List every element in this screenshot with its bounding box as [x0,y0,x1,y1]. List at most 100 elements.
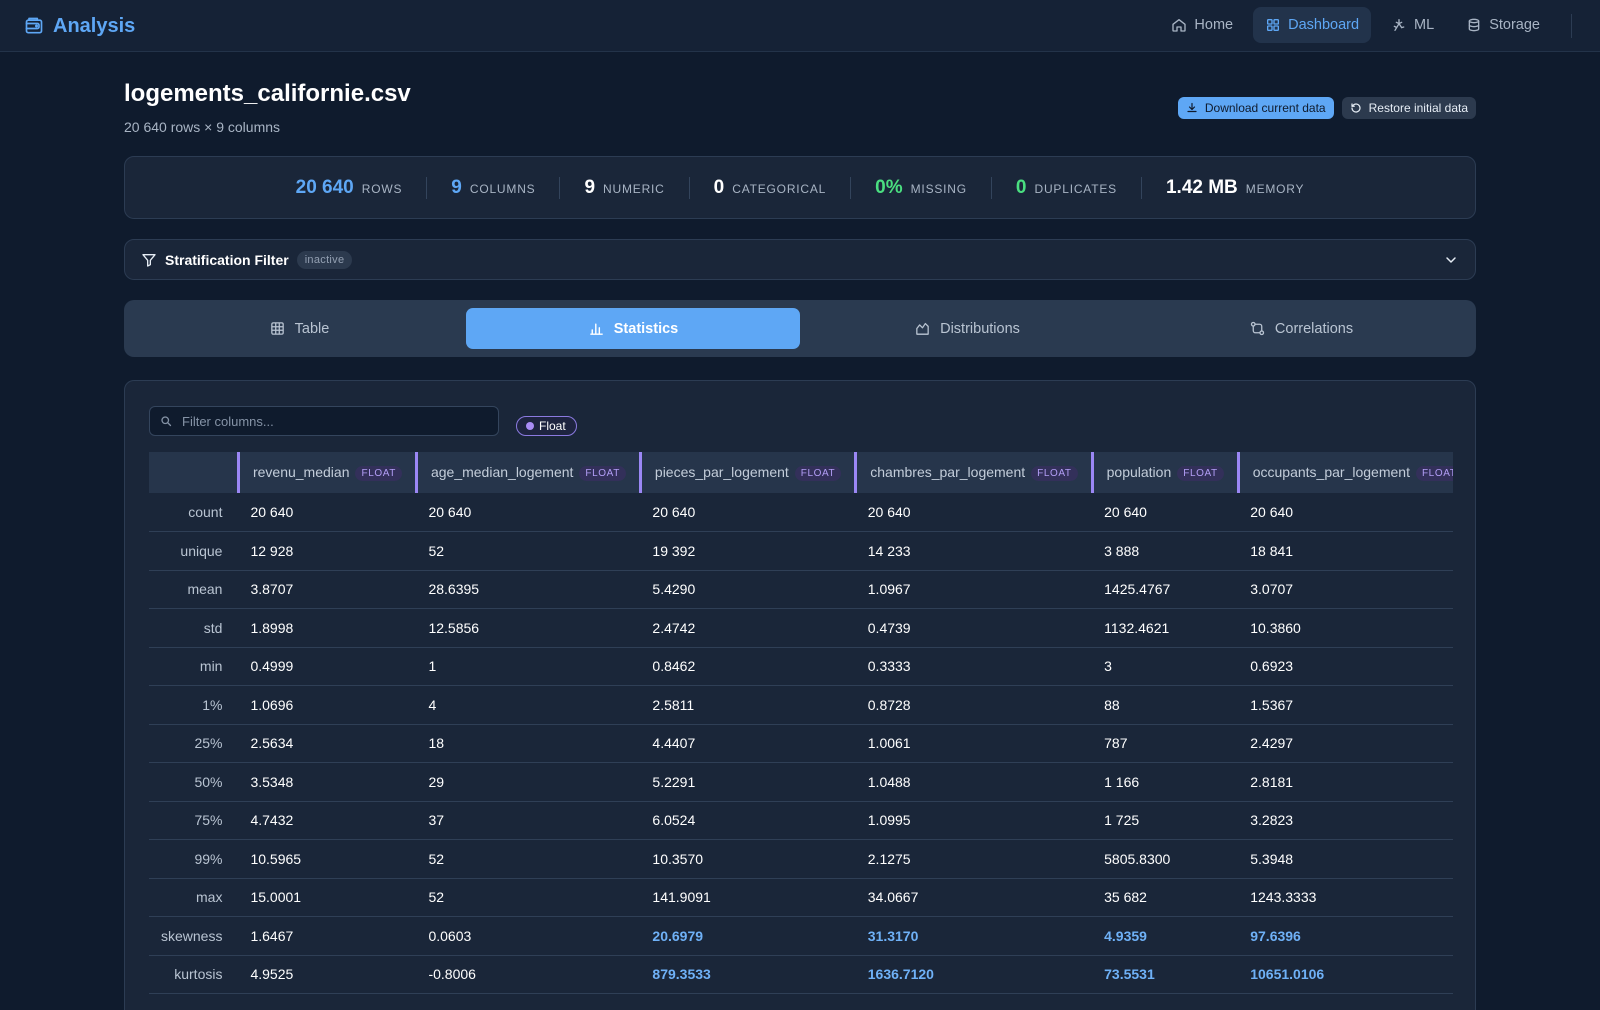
header-actions: Download current data Restore initial da… [1177,97,1476,119]
table-cell: 0.6923 [1238,647,1453,686]
table-cell: 20 640 [1238,493,1453,532]
table-row: mean 3.8707 28.6395 5.4290 1.0967 1425.4767 3.… [149,570,1453,609]
table-cell: 1 725 [1092,801,1239,840]
table-cell: 20 640 [1092,493,1239,532]
table-cell: 12.5856 [416,608,641,648]
distribution-icon [916,322,929,335]
column-header[interactable]: revenu_median FLOAT [236,452,417,493]
tab-table-label: Table [294,320,330,337]
table-row: skewness 1.6467 0.0603 20.6979 31.3170 4.9359… [149,916,1453,956]
funnel-icon [142,253,156,267]
table-cell: 1132.4621 [1092,608,1239,648]
nav-dashboard[interactable]: Dashboard [1253,7,1372,43]
table-row: count 20 640 20 640 20 640 20 640 20 640 20 64… [149,493,1453,532]
table-cell: 4 [416,685,641,725]
table-cell: 6.0524 [640,801,856,840]
column-header[interactable]: occupants_par_logement FLOAT [1236,452,1453,493]
stat-missing-label: MISSING [910,181,967,196]
table-cell: 5.4290 [640,570,856,609]
filter-title: Stratification Filter [165,251,289,268]
main-nav: Home Dashboard ML Storage [1159,7,1552,43]
stat-categorical-value: 0 [713,176,725,198]
table-cell: 97.6396 [1238,916,1453,956]
table-row: 25% 2.5634 18 4.4407 1.0061 787 2.4297 [149,724,1453,763]
bar-chart-icon [589,323,603,335]
tab-correlations[interactable]: Correlations [1134,308,1468,349]
table-cell: 28.6395 [416,570,641,609]
stat-categorical: 0 CATEGORICAL [690,177,851,199]
column-filter-input[interactable] [182,407,492,435]
stat-duplicates: 0 DUPLICATES [992,177,1141,199]
file-shape: 20 640 rows × 9 columns [124,119,281,135]
column-header[interactable]: population FLOAT [1090,452,1239,493]
row-label: 25% [149,724,239,763]
statistics-table-container[interactable]: revenu_median FLOAT age_median_logement FL… [149,452,1453,1010]
table-cell: 0.8462 [640,647,856,686]
download-data-button[interactable]: Download current data [1177,97,1334,119]
table-cell: 2.5811 [640,685,856,725]
table-cell: 141.9091 [640,878,856,917]
table-cell: 1.0061 [855,724,1093,763]
table-cell: 787 [1092,724,1239,763]
table-cell: 3.2823 [1238,801,1453,840]
table-header-row: revenu_median FLOAT age_median_logement FL… [149,452,1453,493]
table-cell: 1243.3333 [1238,878,1453,917]
app-brand[interactable]: Analysis [24,12,135,40]
table-cell: 4.9525 [238,955,417,994]
download-icon [1187,102,1197,113]
nav-storage[interactable]: Storage [1454,7,1552,43]
tab-table[interactable]: Table [132,308,466,349]
table-cell: 1636.7120 [855,955,1093,994]
table-cell: 4.7432 [238,801,417,840]
stat-columns-label: COLUMNS [469,181,536,196]
tab-distributions[interactable]: Distributions [800,308,1134,349]
column-header[interactable]: pieces_par_logement FLOAT [638,452,856,493]
stat-duplicates-value: 0 [1015,176,1027,198]
table-cell: 20.6979 [640,916,856,956]
table-cell: 18 841 [1238,531,1453,571]
correlation-icon [1250,321,1265,336]
table-cell: 5.2291 [640,762,856,802]
wallet-icon [25,17,43,34]
table-cell: 2.1275 [855,839,1093,879]
table-cell: 2.4742 [640,608,856,648]
table-cell: 20 640 [416,493,641,532]
row-label: count [149,493,239,532]
row-label: mean [149,570,239,609]
row-label: min [149,647,239,686]
restore-data-button[interactable]: Restore initial data [1341,97,1476,119]
type-filter-chip-float[interactable]: Float [516,416,577,436]
type-filter-label: Float [539,419,566,433]
table-cell: 19 392 [640,531,856,571]
table-row: 99% 10.5965 52 10.3570 2.1275 5805.8300 5.3948 [149,839,1453,879]
column-filter-search [149,406,499,436]
column-header[interactable]: chambres_par_logement FLOAT [854,452,1093,493]
stratification-filter-toggle[interactable]: Stratification Filter inactive [124,239,1476,280]
nav-ml[interactable]: ML [1379,7,1446,43]
row-label: 99% [149,839,239,879]
table-cell: 879.3533 [640,955,856,994]
stat-numeric-value: 9 [584,176,596,198]
table-cell: 10.3570 [640,839,856,879]
column-header[interactable]: age_median_logement FLOAT [414,452,641,493]
row-label: 50% [149,762,239,802]
nav-home[interactable]: Home [1159,7,1245,43]
table-row: 50% 3.5348 29 5.2291 1.0488 1 166 2.8181 [149,762,1453,802]
tab-statistics[interactable]: Statistics [466,308,800,349]
table-cell: 10.5965 [238,839,417,879]
column-type-badge: FLOAT [794,466,842,481]
table-row: min 0.4999 1 0.8462 0.3333 3 0.6923 [149,647,1453,686]
table-cell: 4.4407 [640,724,856,763]
nav-storage-label: Storage [1489,17,1540,33]
tab-statistics-label: Statistics [613,320,679,337]
table-cell: 73.5531 [1092,955,1239,994]
stat-categorical-label: CATEGORICAL [732,181,827,196]
column-type-badge: FLOAT [579,466,626,481]
table-cell: 1.0967 [855,570,1093,609]
statistics-table: revenu_median FLOAT age_median_logement FL… [149,452,1453,994]
table-cell: 2.5634 [238,724,417,763]
table-corner [149,452,239,493]
stat-duplicates-label: DUPLICATES [1034,181,1117,196]
table-cell: 15.0001 [238,878,417,917]
stat-memory: 1.42 MB MEMORY [1142,177,1328,199]
